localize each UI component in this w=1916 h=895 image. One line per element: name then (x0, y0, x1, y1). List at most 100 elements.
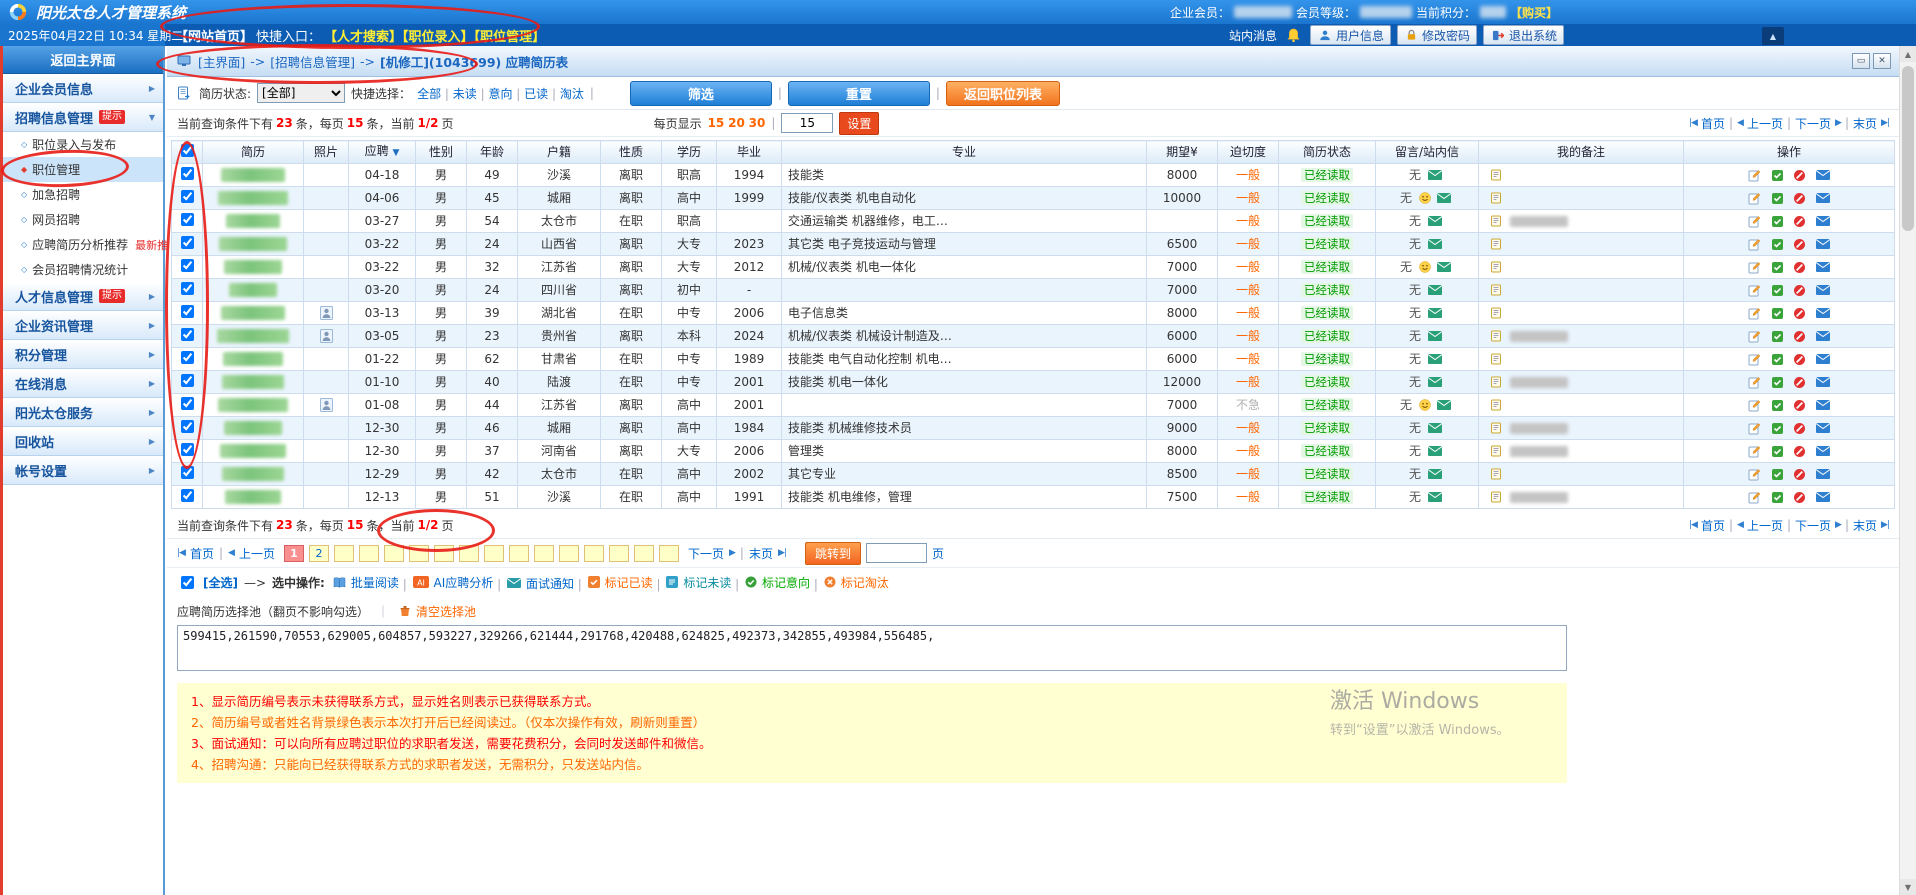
read-icon[interactable] (1771, 491, 1784, 504)
sidebar-subitem-job-entry-publish[interactable]: ◇ 职位录入与发布 (3, 132, 163, 157)
op-mark-unread[interactable]: 标记未读 (664, 574, 731, 591)
row-checkbox[interactable] (181, 236, 194, 249)
reject-icon[interactable] (1793, 422, 1806, 435)
page-box-empty[interactable] (658, 544, 679, 562)
home-link[interactable]: 【网站首页】 (175, 26, 253, 45)
reject-icon[interactable] (1793, 399, 1806, 412)
sidebar-item-company-news-manage[interactable]: 企业资讯管理 ▶ (3, 311, 163, 340)
back-to-main-button[interactable]: 返回主界面 (3, 46, 163, 74)
read-icon[interactable] (1771, 261, 1784, 274)
change-password-button[interactable]: 修改密码 (1396, 25, 1477, 45)
edit-icon[interactable] (1748, 399, 1761, 412)
resume-name-blurred[interactable] (221, 306, 285, 320)
row-checkbox[interactable] (181, 351, 194, 364)
back-to-jobs-button[interactable]: 返回职位列表 (945, 80, 1060, 106)
send-message-icon[interactable] (1816, 446, 1831, 456)
close-icon[interactable]: ✕ (1873, 53, 1891, 69)
set-button[interactable]: 设置 (839, 111, 880, 135)
edit-icon[interactable] (1748, 192, 1761, 205)
collapse-tab[interactable]: ▲ (1762, 27, 1784, 45)
note-icon[interactable] (1490, 422, 1502, 434)
filter-button[interactable]: 筛选 (629, 80, 772, 106)
sidebar-item-talent-manage[interactable]: 人才信息管理 提示 ▶ (3, 282, 163, 311)
sidebar-item-online-message[interactable]: 在线消息 ▶ (3, 369, 163, 398)
send-message-icon[interactable] (1816, 170, 1831, 180)
read-icon[interactable] (1771, 169, 1784, 182)
first-page-link[interactable]: 首页 (1701, 115, 1725, 132)
select-all-link[interactable]: [全选] (203, 574, 238, 591)
page-box-empty[interactable] (458, 544, 479, 562)
photo-icon[interactable] (319, 306, 333, 320)
row-checkbox[interactable] (181, 397, 194, 410)
edit-icon[interactable] (1748, 215, 1761, 228)
per-page-option-30[interactable]: 30 (749, 116, 766, 130)
read-icon[interactable] (1771, 307, 1784, 320)
next-page-link[interactable]: 下一页 (688, 545, 724, 562)
jump-page-input[interactable] (865, 543, 927, 563)
row-checkbox[interactable] (181, 305, 194, 318)
per-page-input[interactable] (781, 113, 834, 133)
send-message-icon[interactable] (1816, 193, 1831, 203)
edit-icon[interactable] (1748, 238, 1761, 251)
sidebar-subitem-urgent-recruit[interactable]: ◇ 加急招聘 (3, 182, 163, 207)
sidebar-item-sunshine-taicang-service[interactable]: 阳光太仓服务 ▶ (3, 398, 163, 427)
op-mark-reject[interactable]: 标记淘汰 (822, 574, 889, 591)
op-ai-analysis[interactable]: AI AI应聘分析 (411, 574, 493, 591)
edit-icon[interactable] (1748, 445, 1761, 458)
row-checkbox[interactable] (181, 374, 194, 387)
breadcrumb-main[interactable]: [主界面] (198, 52, 245, 71)
row-checkbox[interactable] (181, 259, 194, 272)
note-icon[interactable] (1490, 353, 1502, 365)
quick-link-2[interactable]: 【职位管理】 (474, 30, 546, 45)
reject-icon[interactable] (1793, 353, 1806, 366)
message-envelope-icon[interactable] (1428, 170, 1442, 180)
scroll-up-icon[interactable]: ▲ (1900, 46, 1916, 62)
user-info-button[interactable]: 用户信息 (1309, 25, 1391, 45)
note-icon[interactable] (1490, 468, 1502, 480)
page-box-empty[interactable] (583, 544, 604, 562)
resume-name-blurred[interactable] (217, 329, 289, 343)
reject-icon[interactable] (1793, 376, 1806, 389)
last-page-link[interactable]: 末页 (749, 545, 773, 562)
reject-icon[interactable] (1793, 491, 1806, 504)
op-interview-notice[interactable]: 面试通知 (505, 575, 574, 592)
edit-icon[interactable] (1748, 261, 1761, 274)
quick-option-0[interactable]: 全部 (417, 87, 441, 101)
logout-button[interactable]: 退出系统 (1482, 25, 1564, 45)
read-icon[interactable] (1771, 353, 1784, 366)
clear-pool-link[interactable]: 清空选择池 (397, 603, 476, 620)
note-icon[interactable] (1490, 215, 1502, 227)
prev-page-link[interactable]: 上一页 (1747, 517, 1783, 534)
per-page-option-20[interactable]: 20 (728, 116, 745, 130)
page-box-empty[interactable] (558, 544, 579, 562)
note-icon[interactable] (1490, 261, 1502, 273)
send-message-icon[interactable] (1816, 423, 1831, 433)
last-page-link[interactable]: 末页 (1853, 517, 1877, 534)
resume-name-blurred[interactable] (226, 214, 280, 228)
send-message-icon[interactable] (1816, 400, 1831, 410)
read-icon[interactable] (1771, 422, 1784, 435)
message-envelope-icon[interactable] (1428, 492, 1442, 502)
per-page-option-15[interactable]: 15 (708, 116, 725, 130)
reject-icon[interactable] (1793, 445, 1806, 458)
reject-icon[interactable] (1793, 169, 1806, 182)
note-icon[interactable] (1490, 192, 1502, 204)
message-envelope-icon[interactable] (1428, 239, 1442, 249)
reject-icon[interactable] (1793, 307, 1806, 320)
bell-icon[interactable] (1286, 28, 1301, 43)
send-message-icon[interactable] (1816, 285, 1831, 295)
sidebar-subitem-job-manage[interactable]: ◆ 职位管理 (3, 157, 163, 182)
quick-link-0[interactable]: 【人才搜索】 (324, 30, 402, 45)
message-envelope-icon[interactable] (1428, 331, 1442, 341)
send-message-icon[interactable] (1816, 377, 1831, 387)
resume-name-blurred[interactable] (229, 283, 277, 297)
page-box-empty[interactable] (633, 544, 654, 562)
message-envelope-icon[interactable] (1428, 308, 1442, 318)
minimize-icon[interactable]: ▭ (1852, 53, 1870, 69)
reset-button[interactable]: 重置 (787, 80, 930, 106)
op-mark-read[interactable]: 标记已读 (586, 574, 653, 591)
note-icon[interactable] (1490, 238, 1502, 250)
send-message-icon[interactable] (1816, 469, 1831, 479)
breadcrumb-recruit[interactable]: [招聘信息管理] (270, 52, 355, 71)
send-message-icon[interactable] (1816, 216, 1831, 226)
